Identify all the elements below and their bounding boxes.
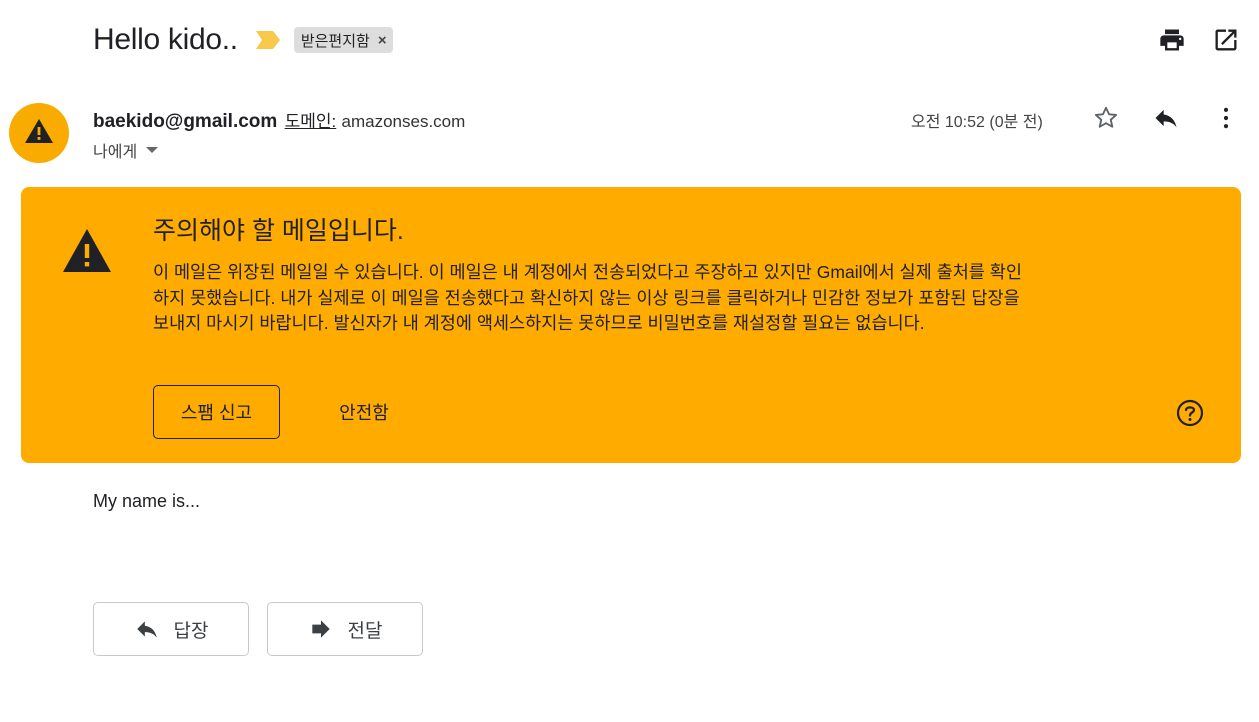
reply-label: 답장: [173, 620, 209, 642]
reply-icon[interactable]: [1152, 104, 1180, 132]
warning-icon: [24, 118, 54, 149]
reply-icon: [136, 621, 157, 638]
sender-line: baekido@gmail.com 도메인: amazonses.com: [93, 107, 465, 133]
label-chip-inbox[interactable]: 받은편지함 ×: [293, 27, 393, 53]
warning-description: 이 메일은 위장된 메일일 수 있습니다. 이 메일은 내 계정에서 전송되었다…: [153, 262, 1022, 333]
label-chip-text: 받은편지함: [300, 32, 370, 50]
email-subject: Hello kido..: [93, 23, 238, 56]
forward-label: 전달: [347, 620, 383, 642]
suspicious-email-warning: 주의해야 할 메일입니다. 이 메일은 위장된 메일일 수 있습니다. 이 메일…: [21, 187, 1241, 463]
sender-email[interactable]: baekido@gmail.com: [93, 111, 277, 132]
forward-icon: [311, 620, 330, 638]
warning-title: 주의해야 할 메일입니다.: [153, 217, 404, 245]
domain-label[interactable]: 도메인:: [285, 112, 337, 131]
importance-marker-icon[interactable]: [255, 31, 280, 49]
open-in-new-window-icon[interactable]: [1212, 26, 1240, 54]
warning-icon: [61, 227, 113, 275]
chevron-down-icon: [146, 147, 159, 153]
recipient-label: 나에게: [93, 144, 138, 161]
message-body: My name is...: [93, 491, 201, 511]
subject-row: Hello kido.. 받은편지함 ×: [93, 20, 393, 60]
help-icon[interactable]: [1175, 398, 1205, 428]
report-spam-button[interactable]: 스팸 신고: [153, 385, 280, 439]
reply-button[interactable]: 답장: [93, 602, 249, 656]
sender-avatar[interactable]: [9, 103, 69, 163]
forward-button[interactable]: 전달: [267, 602, 423, 656]
recipient-details-toggle[interactable]: 나에게: [93, 138, 159, 162]
mark-safe-button[interactable]: 안전함: [321, 385, 407, 439]
print-icon[interactable]: [1158, 26, 1186, 54]
domain-value: amazonses.com: [341, 112, 466, 131]
star-icon[interactable]: [1092, 104, 1120, 132]
remove-label-icon[interactable]: ×: [378, 32, 387, 49]
more-vert-icon[interactable]: [1212, 104, 1240, 132]
timestamp: 오전 10:52 (0분 전): [911, 114, 1043, 131]
